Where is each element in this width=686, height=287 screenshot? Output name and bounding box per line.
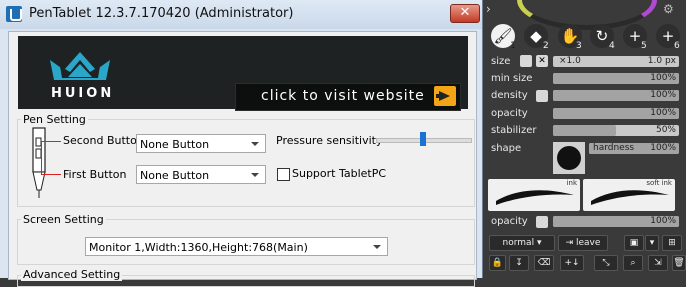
min-size-label: min size xyxy=(491,73,533,84)
density-bar[interactable]: 100% xyxy=(553,90,679,101)
pressure-sensitivity-label: Pressure sensitivity xyxy=(276,134,383,147)
layer-opacity-bar[interactable]: 100% xyxy=(553,216,679,227)
huion-logo-text: HUION xyxy=(51,86,115,101)
shape-label: shape xyxy=(491,143,522,154)
advanced-setting-label: Advanced Setting xyxy=(21,268,123,281)
chevron-down-icon xyxy=(251,173,259,177)
hardness-label: hardness xyxy=(593,143,635,153)
size-value: 1.0 px xyxy=(647,56,676,66)
size-label: size xyxy=(491,56,511,67)
leave-label: leave xyxy=(575,238,601,248)
blend-mode-select[interactable]: normal ▾ xyxy=(489,235,555,251)
pressure-slider-thumb[interactable] xyxy=(420,132,426,146)
layer-opacity-value: 100% xyxy=(650,216,676,226)
move-down-icon[interactable]: +↓ xyxy=(560,255,584,271)
brush-tip-icon xyxy=(557,146,581,170)
delete-icon[interactable]: 🗑 xyxy=(672,255,686,271)
brush-preset-ink[interactable]: ink xyxy=(488,179,580,211)
visit-website-button[interactable]: click to visit website xyxy=(235,83,461,111)
hardness-bar[interactable]: hardness 100% xyxy=(589,143,679,154)
first-button-pointer xyxy=(41,174,61,175)
brush-preset-soft-ink[interactable]: soft ink xyxy=(583,179,675,211)
size-bar[interactable]: ×1.0 1.0 px xyxy=(553,56,679,67)
first-button-value: None Button xyxy=(140,169,210,182)
stabilizer-value: 50% xyxy=(655,125,676,135)
tool-number: 1 xyxy=(510,41,516,51)
first-button-label: First Button xyxy=(63,168,127,181)
arrow-right-icon xyxy=(434,86,456,106)
density-value: 100% xyxy=(650,90,676,100)
hardness-value: 100% xyxy=(650,143,676,153)
support-tabletpc-label: Support TabletPC xyxy=(292,167,387,180)
monitor-select[interactable]: Monitor 1,Width:1360,Height:768(Main) xyxy=(85,237,388,256)
close-button[interactable]: ✕ xyxy=(450,4,480,23)
add-layer-icon[interactable]: ⊞ xyxy=(662,235,682,251)
pointer-connector xyxy=(41,141,42,175)
pen-icon xyxy=(32,127,46,198)
density-toggle[interactable] xyxy=(536,90,548,102)
chevron-down-icon[interactable]: ▾ xyxy=(645,235,659,251)
min-size-bar[interactable]: 100% xyxy=(553,73,679,84)
plus-icon: + xyxy=(661,27,675,45)
visit-website-label: click to visit website xyxy=(261,88,425,104)
pentablet-window: PenTablet 12.3.7.170420 (Administrator) … xyxy=(0,0,483,287)
layer-opacity-label: opacity xyxy=(491,216,528,227)
opacity-label: opacity xyxy=(491,108,528,119)
screen-setting-label: Screen Setting xyxy=(21,213,106,226)
opacity-bar[interactable]: 100% xyxy=(553,108,679,119)
tool-number: 4 xyxy=(609,41,615,51)
leave-button[interactable]: ⇥ leave xyxy=(558,235,608,251)
gear-icon[interactable]: ⚙ xyxy=(663,2,674,16)
pen-setting-group xyxy=(17,119,475,207)
huion-crown-icon xyxy=(50,52,110,80)
stabilizer-fill xyxy=(553,125,616,136)
chevron-down-icon xyxy=(251,142,259,146)
tool-number: 5 xyxy=(641,41,647,51)
rotate-icon: ↻ xyxy=(595,27,609,45)
plus-icon: + xyxy=(628,27,642,45)
size-multiplier: ×1.0 xyxy=(559,56,581,66)
layers-icon[interactable]: ▣ xyxy=(624,235,644,251)
search-icon[interactable]: ⌕ xyxy=(623,255,643,271)
second-button-value: None Button xyxy=(140,138,210,151)
blend-mode-value: normal xyxy=(502,238,535,248)
eraser-icon: ◆ xyxy=(530,27,542,45)
opacity-value: 100% xyxy=(650,108,676,118)
export-icon[interactable]: ⇲ xyxy=(648,255,668,271)
tool-number: 6 xyxy=(674,41,680,51)
ink-label: ink xyxy=(566,179,577,187)
second-button-label: Second Button xyxy=(63,134,144,147)
clear-icon[interactable]: ⌫ xyxy=(534,255,554,271)
merge-down-icon[interactable]: ↧ xyxy=(509,255,529,271)
min-size-value: 100% xyxy=(650,73,676,83)
close-icon[interactable]: ✕ xyxy=(536,55,548,67)
first-button-select[interactable]: None Button xyxy=(136,165,266,184)
app-icon xyxy=(6,6,22,22)
monitor-value: Monitor 1,Width:1360,Height:768(Main) xyxy=(89,241,308,254)
opacity-toggle[interactable] xyxy=(536,216,548,228)
lock-icon[interactable]: 🔒 xyxy=(489,255,506,271)
chevron-down-icon xyxy=(373,245,381,249)
soft-ink-label: soft ink xyxy=(646,179,672,187)
chevron-right-icon[interactable]: › xyxy=(486,2,491,16)
stabilizer-bar[interactable]: 50% xyxy=(553,125,679,136)
window-title: PenTablet 12.3.7.170420 (Administrator) xyxy=(29,6,294,21)
brush-shape-preview[interactable] xyxy=(553,142,585,174)
second-button-pointer xyxy=(41,141,61,142)
tool-number: 3 xyxy=(576,41,582,51)
huion-banner[interactable]: HUION click to visit website xyxy=(18,36,468,111)
stabilizer-label: stabilizer xyxy=(491,125,537,136)
title-bar[interactable]: PenTablet 12.3.7.170420 (Administrator) … xyxy=(0,0,482,29)
pen-pressure-icon[interactable] xyxy=(520,55,532,67)
support-tabletpc-checkbox[interactable] xyxy=(277,168,290,181)
transform-icon[interactable]: ⤡ xyxy=(594,255,618,271)
density-label: density xyxy=(491,90,528,101)
second-button-select[interactable]: None Button xyxy=(136,134,266,153)
tool-number: 2 xyxy=(543,41,549,51)
